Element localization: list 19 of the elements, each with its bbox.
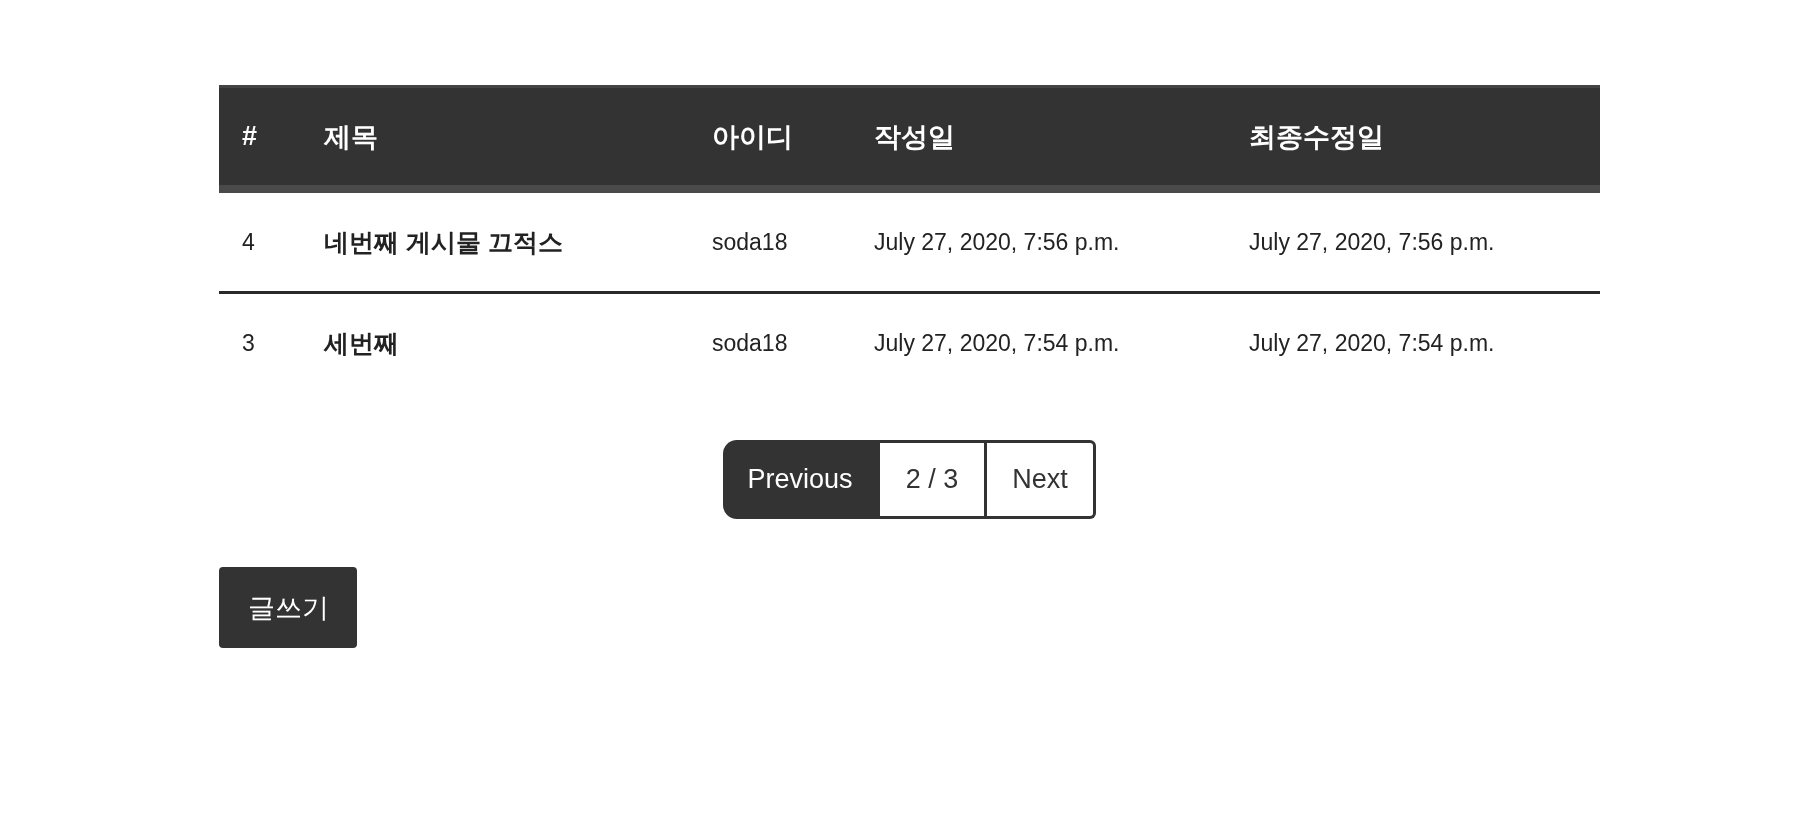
post-title-link[interactable]: 네번째 게시물 끄적스 xyxy=(324,225,563,259)
column-header: # xyxy=(242,121,258,152)
column-header: 최종수정일 xyxy=(1249,120,1384,154)
created-date: July 27, 2020, 7:56 p.m. xyxy=(874,228,1120,256)
modified-date: July 27, 2020, 7:56 p.m. xyxy=(1249,228,1495,256)
previous-button[interactable]: Previous xyxy=(723,440,877,519)
column-header: 작성일 xyxy=(874,120,955,154)
write-button[interactable]: 글쓰기 xyxy=(219,567,357,648)
next-button[interactable]: Next xyxy=(987,440,1096,519)
author-id: soda18 xyxy=(712,329,788,357)
page-indicator: 2 / 3 xyxy=(877,440,987,519)
column-header: 제목 xyxy=(324,120,378,154)
post-number: 4 xyxy=(242,228,255,256)
created-date: July 27, 2020, 7:54 p.m. xyxy=(874,329,1120,357)
column-header: 아이디 xyxy=(712,120,793,154)
post-number: 3 xyxy=(242,329,255,357)
modified-date: July 27, 2020, 7:54 p.m. xyxy=(1249,329,1495,357)
author-id: soda18 xyxy=(712,228,788,256)
post-title-link[interactable]: 세번째 xyxy=(324,326,399,360)
